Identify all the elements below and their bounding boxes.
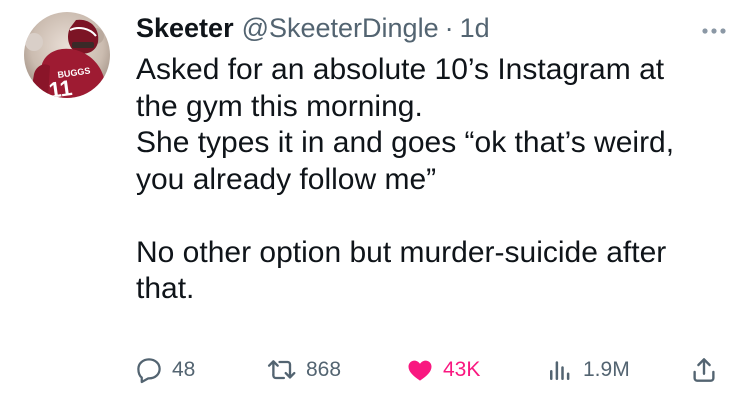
bar-chart-icon [550,361,570,380]
avatar[interactable]: BUGGS 11 [24,12,110,98]
tweet-text-line: the gym this morning. [136,89,423,123]
avatar-photo: BUGGS 11 [24,12,110,98]
tweet-text-line: that. [136,272,195,305]
like-button[interactable]: 43K [405,352,480,388]
like-count: 43K [443,358,481,381]
tweet-text-line: Asked for an absolute 10’s Instagram at [136,53,665,86]
author-name[interactable]: Skeeter [136,8,234,48]
reply-button[interactable]: 48 [134,352,195,388]
retweet-button[interactable]: 868 [266,352,341,388]
share-button[interactable] [689,352,727,388]
tweet-text-line: She types it in and goes “ok that’s weir… [136,126,675,159]
tweet: BUGGS 11 Skeeter @SkeeterDingle · 1d Ask… [0,0,750,400]
tweet-text: Asked for an absolute 10’s Instagram at … [136,52,726,308]
tweet-header: Skeeter @SkeeterDingle · 1d [136,8,726,48]
tweet-text-line: you already follow me” [136,162,437,196]
reply-bubble-icon [137,358,161,384]
views-button[interactable]: 1.9M [545,352,630,388]
tweet-text-line: No other option but murder-suicide after [136,235,667,269]
retweet-arrows-icon [267,360,296,380]
tweet-content: Skeeter @SkeeterDingle · 1d Asked for an… [136,8,726,308]
tweet-actions: 48 868 43K 1.9M [132,352,732,388]
views-count: 1.9M [583,358,630,381]
reply-count: 48 [172,358,196,381]
tweet-timestamp[interactable]: 1d [460,8,490,48]
retweet-count: 868 [306,358,342,381]
more-horizontal-icon[interactable] [696,20,732,42]
avatar-jersey-number: 11 [47,75,74,98]
heart-filled-icon [408,360,432,381]
header-separator: · [444,13,454,43]
author-handle[interactable]: @SkeeterDingle [242,8,439,48]
share-upload-icon [693,358,715,382]
